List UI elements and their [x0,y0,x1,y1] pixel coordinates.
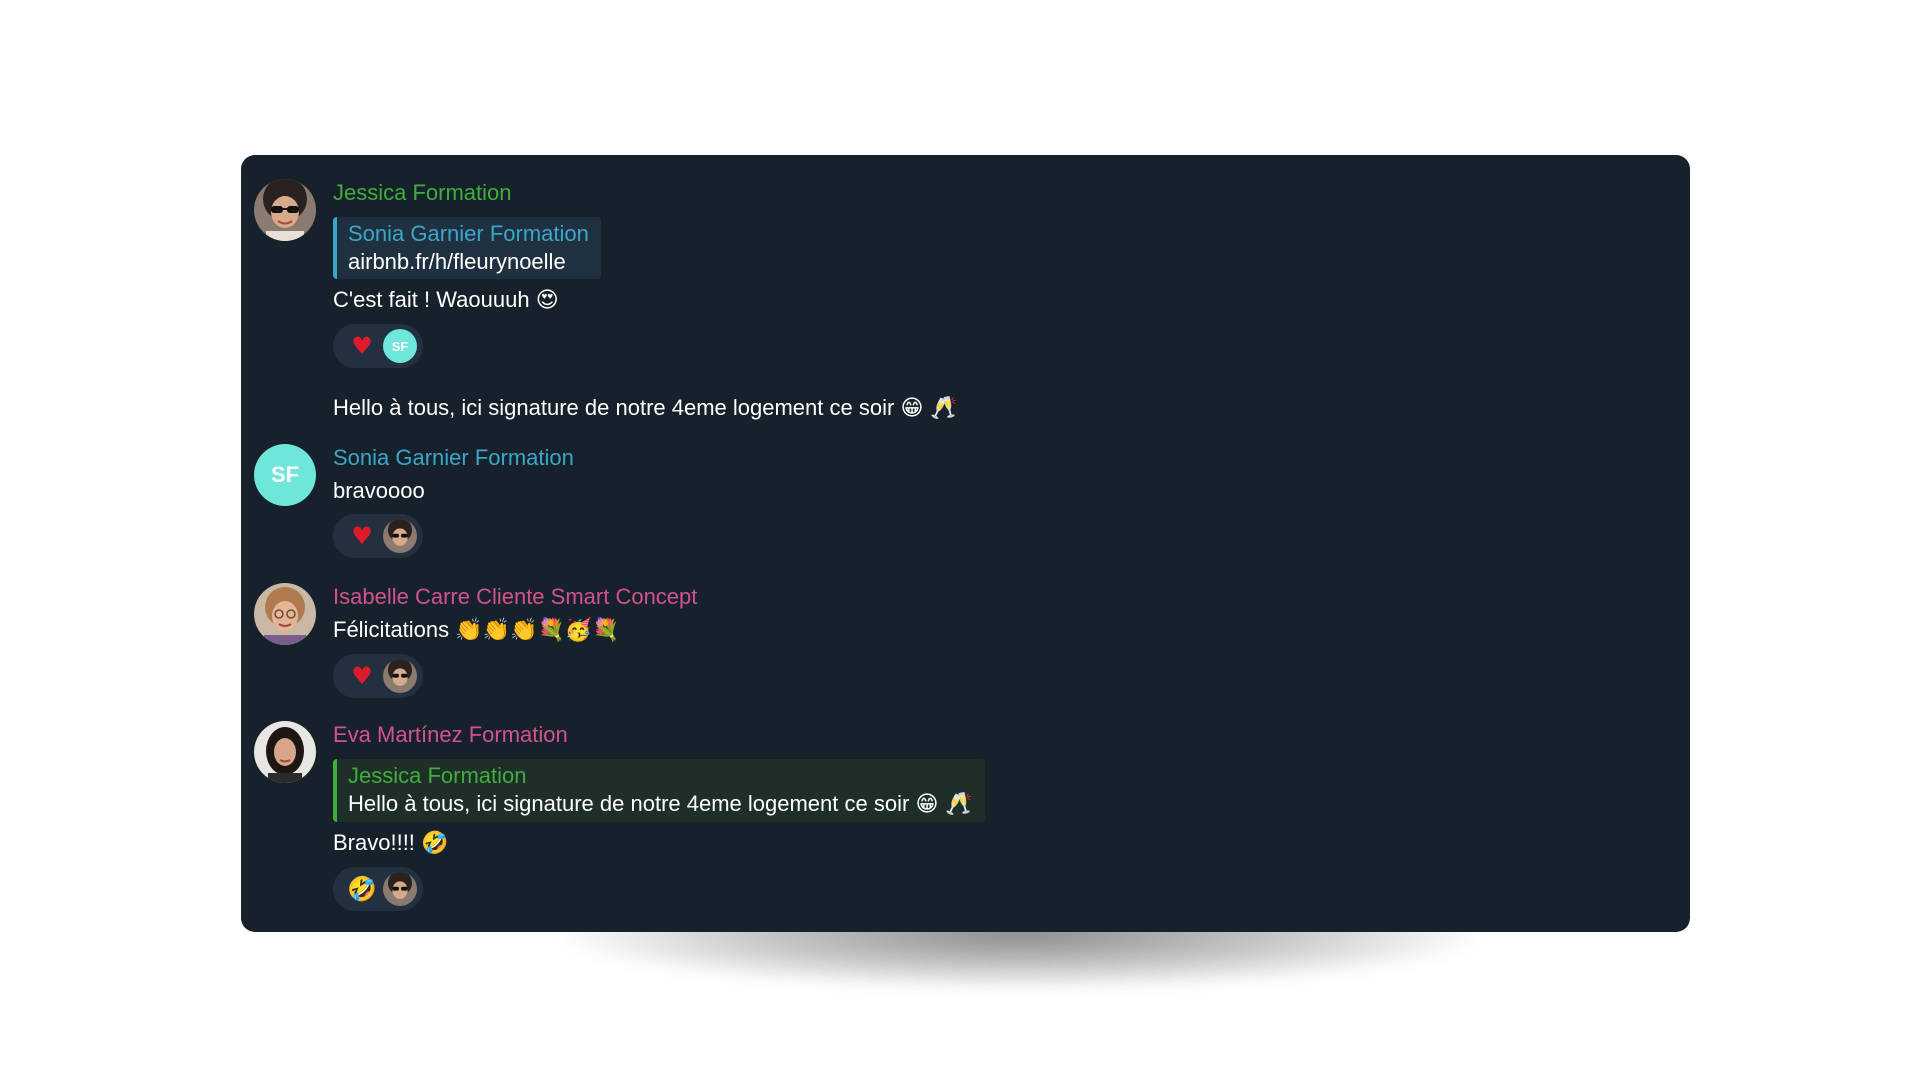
quote-text: Hello à tous, ici signature de notre 4em… [348,790,973,819]
rofl-emoji: 🤣 [421,831,449,856]
message-followup: Hello à tous, ici signature de notre 4em… [333,393,958,424]
message-text: Bravo!!!! 🤣 [333,828,985,859]
message-body: Hello à tous, ici signature de notre 4em… [333,395,895,420]
grin-champagne-emoji: 😁 🥂 [900,396,958,421]
message-text: C'est fait ! Waouuuh 😍 [333,285,601,316]
message-text: Félicitations 👏👏👏💐🥳💐 [333,615,697,646]
heart-icon: ♥ [351,522,373,550]
rofl-reaction-icon: 🤣 [347,875,377,903]
avatar-sonia[interactable]: SF [254,444,316,506]
reply-quote[interactable]: Sonia Garnier Formation airbnb.fr/h/fleu… [333,217,601,279]
message-jessica: Jessica Formation Sonia Garnier Formatio… [333,179,601,368]
heart-icon: ♥ [351,662,373,690]
message-text: Hello à tous, ici signature de notre 4em… [333,393,958,424]
reaction-pill[interactable]: 🤣 [333,867,423,911]
sender-name[interactable]: Eva Martínez Formation [333,721,985,749]
message-sonia: Sonia Garnier Formation bravoooo ♥ [333,444,574,558]
sender-name[interactable]: Jessica Formation [333,179,601,207]
reactor-avatar: SF [383,329,417,363]
reactor-avatar-icon [383,519,417,553]
reaction-pill[interactable]: ♥ [333,654,423,698]
grin-champagne-emoji: 😁 🥂 [915,792,973,817]
reaction-pill[interactable]: ♥ [333,514,423,558]
message-isabelle: Isabelle Carre Cliente Smart Concept Fél… [333,583,697,698]
quote-text: airbnb.fr/h/fleurynoelle [348,249,566,274]
reactor-avatar-icon [383,659,417,693]
avatar-jessica[interactable] [254,179,316,241]
heart-eyes-emoji: 😍 [535,288,559,313]
sender-name[interactable]: Sonia Garnier Formation [333,444,574,472]
message-body: C'est fait ! Waouuuh [333,287,530,312]
message-text: bravoooo [333,478,425,503]
sender-name[interactable]: Isabelle Carre Cliente Smart Concept [333,583,697,611]
chat-panel: Jessica Formation Sonia Garnier Formatio… [241,155,1690,932]
reaction-pill[interactable]: ♥ SF [333,324,423,368]
reply-quote[interactable]: Jessica Formation Hello à tous, ici sign… [333,759,985,822]
message-eva: Eva Martínez Formation Jessica Formation… [333,721,985,911]
quote-sender: Sonia Garnier Formation [348,221,589,246]
quote-body: Hello à tous, ici signature de notre 4em… [348,791,910,816]
reactor-avatar-icon [383,872,417,906]
quote-sender: Jessica Formation [348,763,527,788]
message-body: Bravo!!!! [333,830,415,855]
heart-icon: ♥ [351,332,373,360]
message-body: Félicitations [333,617,450,642]
avatar-eva[interactable] [254,721,316,783]
avatar-isabelle[interactable] [254,583,316,645]
clap-bouquet-emoji: 👏👏👏💐🥳💐 [455,618,620,643]
